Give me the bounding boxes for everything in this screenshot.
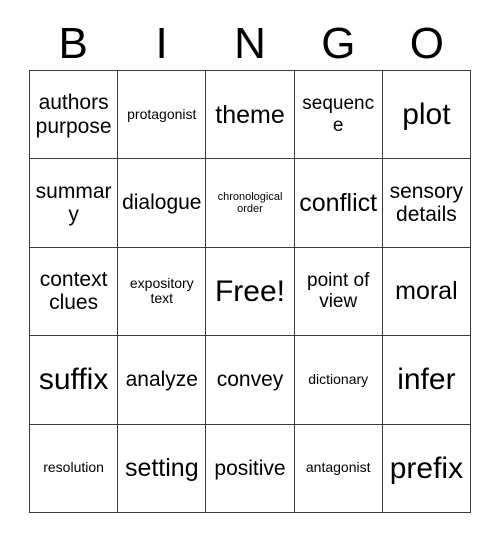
bingo-cell-b2[interactable]: summary (30, 159, 119, 248)
bingo-cell-o3[interactable]: moral (382, 247, 471, 337)
bingo-cell-label: chronological order (217, 190, 283, 216)
bingo-cell-label: infer (397, 363, 456, 397)
bingo-cell-g3[interactable]: point of view (294, 247, 383, 337)
bingo-header-letter-n: N (234, 19, 266, 68)
bingo-cell-b3[interactable]: context clues (30, 247, 119, 337)
bingo-header-letter-i: I (155, 19, 168, 68)
bingo-cell-label: suffix (38, 363, 109, 397)
bingo-cell-label: sensory details (389, 179, 464, 227)
bingo-cell-label: antagonist (305, 459, 371, 476)
bingo-cell-g1[interactable]: sequence (294, 71, 383, 160)
bingo-cell-n4[interactable]: convey (206, 336, 295, 425)
bingo-cell-b4[interactable]: suffix (30, 336, 119, 425)
bingo-cell-label: dictionary (308, 371, 369, 388)
bingo-cell-o1[interactable]: plot (382, 71, 471, 160)
bingo-cell-label: theme (215, 100, 285, 129)
bingo-header-letter-b: B (58, 19, 88, 68)
bingo-cell-o4[interactable]: infer (382, 336, 471, 425)
bingo-cell-free-space[interactable]: Free! (206, 247, 295, 337)
bingo-cell-i4[interactable]: analyze (118, 336, 207, 425)
bingo-cell-i1[interactable]: protagonist (118, 71, 207, 160)
bingo-cell-b5[interactable]: resolution (30, 424, 119, 513)
bingo-cell-label: context clues (39, 267, 108, 315)
bingo-cell-g4[interactable]: dictionary (294, 336, 383, 425)
bingo-cell-label: moral (395, 277, 458, 306)
bingo-cell-label: authors purpose (35, 91, 112, 138)
bingo-cell-b1[interactable]: authors purpose (30, 71, 119, 160)
bingo-cell-label: dialogue (122, 191, 202, 215)
bingo-cell-i2[interactable]: dialogue (118, 159, 207, 248)
bingo-header-letter-o: O (409, 19, 444, 68)
bingo-cell-label: prefix (389, 451, 464, 485)
bingo-free-space-label: Free! (214, 274, 285, 308)
bingo-cell-i3[interactable]: expository text (118, 247, 207, 337)
bingo-cell-label: conflict (299, 189, 378, 218)
bingo-cell-label: resolution (43, 459, 104, 476)
bingo-cell-label: setting (124, 454, 199, 483)
bingo-cell-label: sequence (302, 93, 375, 136)
bingo-cell-n5[interactable]: positive (206, 424, 295, 513)
bingo-cell-label: analyze (125, 368, 198, 392)
bingo-cell-g2[interactable]: conflict (294, 159, 383, 248)
bingo-header-letter-g: G (321, 19, 356, 68)
bingo-cell-i5[interactable]: setting (118, 424, 207, 513)
bingo-cell-label: point of view (307, 270, 370, 313)
bingo-grid: authors purpose protagonist theme sequen… (29, 70, 471, 513)
bingo-cell-o5[interactable]: prefix (382, 424, 471, 513)
bingo-cell-label: positive (214, 456, 286, 480)
bingo-header-row: B I N G O (29, 18, 471, 70)
bingo-cell-label: expository text (129, 274, 194, 307)
bingo-cell-g5[interactable]: antagonist (294, 424, 383, 513)
bingo-card: B I N G O authors purpose protagonist th… (0, 0, 500, 544)
bingo-cell-label: summary (35, 179, 112, 227)
bingo-cell-o2[interactable]: sensory details (382, 159, 471, 248)
bingo-cell-n2[interactable]: chronological order (206, 159, 295, 248)
bingo-cell-label: plot (402, 97, 451, 131)
bingo-cell-n1[interactable]: theme (206, 71, 295, 160)
bingo-cell-label: convey (216, 368, 284, 392)
bingo-cell-label: protagonist (127, 105, 197, 122)
